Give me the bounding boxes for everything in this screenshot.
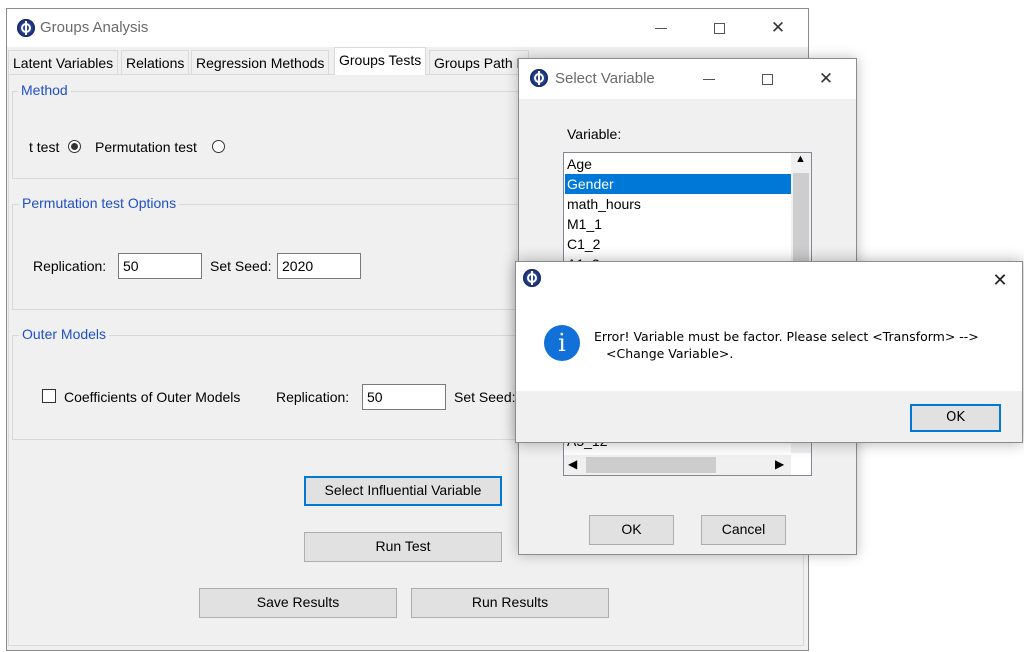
coefficients-outer-models-label: Coefficients of Outer Models bbox=[64, 389, 241, 405]
outer-replication-label: Replication: bbox=[276, 389, 350, 405]
variable-list: Age Gender math_hours M1_1 C1_2 A1_3 bbox=[565, 154, 791, 274]
tab-latent-variables[interactable]: Latent Variables bbox=[8, 50, 119, 74]
minimize-button[interactable] bbox=[646, 17, 676, 39]
list-item[interactable]: Age bbox=[565, 154, 791, 174]
select-variable-minimize-button[interactable] bbox=[694, 68, 724, 90]
select-influential-variable-button[interactable]: Select Influential Variable bbox=[304, 476, 502, 506]
coefficients-outer-models-checkbox[interactable] bbox=[42, 389, 56, 403]
outer-models-legend: Outer Models bbox=[19, 326, 110, 342]
select-variable-title: Select Variable bbox=[555, 70, 655, 87]
window-title: Groups Analysis bbox=[40, 19, 149, 36]
select-variable-maximize-button[interactable] bbox=[752, 68, 782, 90]
error-message-line-1: Error! Variable must be factor. Please s… bbox=[594, 329, 979, 344]
replication-input[interactable]: 50 bbox=[118, 253, 202, 279]
tab-relations[interactable]: Relations bbox=[121, 50, 190, 74]
vertical-scroll-thumb[interactable] bbox=[793, 173, 809, 263]
error-message-line-2: <Change Variable>. bbox=[606, 346, 734, 361]
error-close-button[interactable]: ✕ bbox=[986, 268, 1014, 292]
permutation-options-legend: Permutation test Options bbox=[19, 195, 180, 211]
horizontal-scroll-thumb[interactable] bbox=[586, 457, 716, 473]
app-logo-icon bbox=[17, 19, 35, 37]
error-dialog: ✕ i Error! Variable must be factor. Plea… bbox=[515, 261, 1023, 443]
replication-label: Replication: bbox=[33, 258, 107, 274]
permutation-test-label: Permutation test bbox=[95, 139, 197, 155]
method-legend: Method bbox=[18, 82, 71, 98]
select-variable-ok-button[interactable]: OK bbox=[589, 515, 674, 545]
permutation-test-radio[interactable] bbox=[212, 140, 225, 153]
close-icon: ✕ bbox=[992, 270, 1008, 290]
tab-groups-tests[interactable]: Groups Tests bbox=[334, 47, 427, 75]
list-item-selected[interactable]: Gender bbox=[565, 174, 791, 194]
app-logo-icon bbox=[523, 269, 541, 287]
maximize-button[interactable] bbox=[704, 17, 734, 39]
list-item[interactable]: math_hours bbox=[565, 194, 791, 214]
tab-groups-path[interactable]: Groups Path Di bbox=[429, 50, 529, 74]
maximize-icon bbox=[714, 23, 725, 34]
run-results-button[interactable]: Run Results bbox=[411, 588, 609, 618]
outer-replication-input[interactable]: 50 bbox=[362, 384, 446, 410]
scroll-left-icon[interactable]: ◀ bbox=[568, 457, 577, 471]
error-message: Error! Variable must be factor. Please s… bbox=[594, 328, 1014, 362]
select-variable-title-bar[interactable]: Select Variable ✕ bbox=[519, 59, 856, 99]
set-seed-label: Set Seed: bbox=[210, 258, 272, 274]
scroll-up-icon[interactable]: ▲ bbox=[795, 153, 806, 165]
list-item[interactable]: M1_1 bbox=[565, 214, 791, 234]
permutation-options-group bbox=[12, 204, 532, 310]
t-test-label: t test bbox=[29, 139, 60, 155]
title-bar[interactable]: Groups Analysis ✕ bbox=[7, 9, 808, 47]
close-icon: ✕ bbox=[770, 18, 786, 37]
maximize-icon bbox=[762, 74, 773, 85]
set-seed-input[interactable]: 2020 bbox=[277, 253, 361, 279]
minimize-icon bbox=[703, 79, 715, 80]
info-icon: i bbox=[544, 325, 580, 361]
minimize-icon bbox=[655, 28, 667, 29]
variable-label: Variable: bbox=[567, 126, 622, 142]
t-test-radio[interactable] bbox=[68, 140, 81, 153]
close-icon: ✕ bbox=[818, 69, 834, 88]
save-results-button[interactable]: Save Results bbox=[199, 588, 397, 618]
list-item[interactable]: C1_2 bbox=[565, 234, 791, 254]
select-variable-close-button[interactable]: ✕ bbox=[811, 68, 841, 90]
error-ok-button[interactable]: OK bbox=[910, 404, 1001, 432]
tab-regression-methods[interactable]: Regression Methods bbox=[191, 50, 330, 74]
select-variable-cancel-button[interactable]: Cancel bbox=[701, 515, 786, 545]
outer-set-seed-label: Set Seed: bbox=[454, 389, 516, 405]
method-group bbox=[12, 91, 532, 179]
horizontal-scrollbar[interactable]: ◀ ▶ bbox=[564, 455, 791, 475]
app-logo-icon bbox=[530, 69, 548, 87]
scroll-right-icon[interactable]: ▶ bbox=[775, 457, 784, 471]
close-button[interactable]: ✕ bbox=[763, 17, 793, 39]
outer-models-group bbox=[12, 335, 532, 440]
run-test-button[interactable]: Run Test bbox=[304, 532, 502, 562]
